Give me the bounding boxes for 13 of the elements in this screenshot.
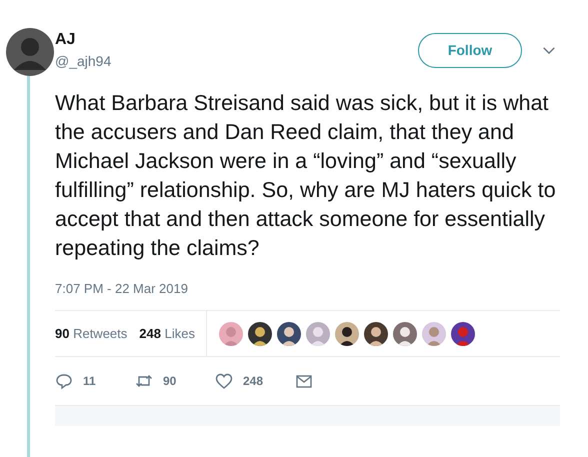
avatar[interactable] bbox=[6, 28, 54, 76]
heart-icon[interactable] bbox=[215, 372, 233, 390]
chevron-down-icon[interactable] bbox=[542, 46, 556, 54]
stat-link[interactable]: 248 Likes bbox=[139, 326, 195, 341]
action-count: 11 bbox=[83, 374, 96, 388]
speech-bubble-icon[interactable] bbox=[55, 372, 73, 390]
action-count: 90 bbox=[163, 374, 176, 388]
author-name[interactable]: AJ bbox=[55, 31, 418, 49]
tweet-text: What Barbara Streisand said was sick, but it is what the accusers and Dan Reed claim, that they and Michael Jackson were in a “loving” and “sexually fulfilling” relationship. So, why are MJ haters quick to accept that and then attack someone for essentially repeating the claims? bbox=[55, 90, 557, 262]
action-count: 248 bbox=[243, 374, 264, 388]
timestamp[interactable]: 7:07 PM - 22 Mar 2019 bbox=[55, 281, 560, 296]
author-handle[interactable]: @_ajh94 bbox=[55, 53, 418, 69]
stat-link[interactable]: 90 Retweets bbox=[55, 326, 128, 341]
